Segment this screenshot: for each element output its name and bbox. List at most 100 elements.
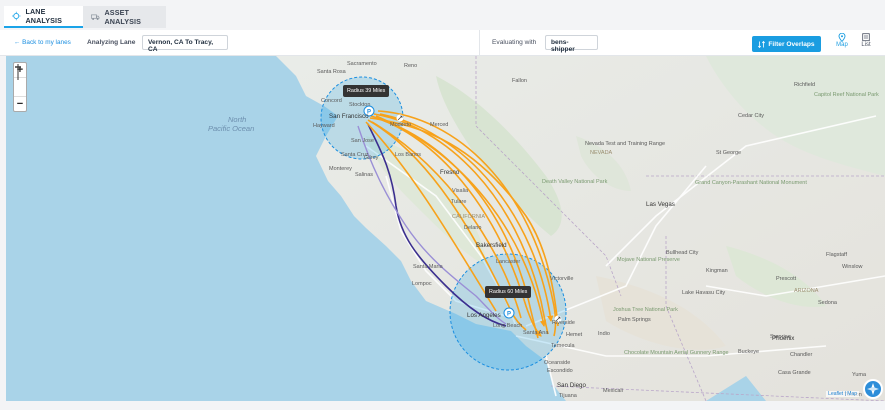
svg-text:St George: St George xyxy=(716,150,741,156)
svg-text:Los Banos: Los Banos xyxy=(395,152,421,158)
svg-text:Lompoc: Lompoc xyxy=(412,281,432,287)
svg-text:Tijuana: Tijuana xyxy=(559,393,578,399)
ocean-label: North Pacific Ocean xyxy=(208,115,254,133)
list-view-toggle[interactable]: List xyxy=(858,33,874,53)
svg-text:Palm Springs: Palm Springs xyxy=(618,317,651,323)
svg-text:Hemet: Hemet xyxy=(566,332,583,338)
resize-handle-north[interactable] xyxy=(396,114,404,122)
svg-text:Cedar City: Cedar City xyxy=(738,113,764,119)
list-icon xyxy=(862,33,870,42)
truck-icon xyxy=(91,14,100,20)
svg-text:Chocolate Mountain Aerial Gunn: Chocolate Mountain Aerial Gunnery Range xyxy=(624,350,729,356)
svg-text:Buckeye: Buckeye xyxy=(738,349,759,355)
compass-icon[interactable] xyxy=(863,379,883,399)
svg-text:Oceanside: Oceanside xyxy=(544,360,570,366)
map-canvas[interactable]: P P Sacramento Santa Rosa Concord Stockt… xyxy=(6,56,885,401)
svg-text:Monterey: Monterey xyxy=(329,166,352,172)
bottom-bar xyxy=(0,401,885,410)
svg-text:Grand Canyon-Parashant Nationa: Grand Canyon-Parashant National Monument xyxy=(695,180,807,186)
tab-asset-analysis-label: ASSET ANALYSIS xyxy=(104,8,141,26)
app-root: LANE ANALYSIS ASSET ANALYSIS ← Back to m… xyxy=(0,0,885,410)
svg-text:Los Angeles: Los Angeles xyxy=(467,312,501,319)
map-view-label: Map xyxy=(836,42,848,48)
zoom-out-button[interactable]: − xyxy=(14,97,26,111)
tab-lane-analysis-label: LANE ANALYSIS xyxy=(25,7,62,25)
svg-text:Merced: Merced xyxy=(430,122,448,128)
svg-text:Kingman: Kingman xyxy=(706,268,728,274)
lane-map[interactable]: P P Sacramento Santa Rosa Concord Stockt… xyxy=(6,56,885,401)
svg-text:Yuma: Yuma xyxy=(852,372,867,378)
svg-text:Nevada Test and Training Range: Nevada Test and Training Range xyxy=(585,141,665,147)
svg-text:Indio: Indio xyxy=(598,331,610,337)
lane-select[interactable]: Vernon, CA To Tracy, CA xyxy=(142,35,228,53)
evaluating-with-label: Evaluating with xyxy=(492,39,537,46)
lane-toolbar: ← Back to my lanes Analyzing Lane Vernon… xyxy=(0,30,885,56)
svg-text:Salinas: Salinas xyxy=(355,172,373,178)
svg-text:Joshua Tree National Park: Joshua Tree National Park xyxy=(613,307,678,313)
svg-text:Santa Maria: Santa Maria xyxy=(413,264,444,270)
svg-text:Modesto: Modesto xyxy=(390,122,411,128)
back-to-lanes-link[interactable]: ← Back to my lanes xyxy=(14,39,71,46)
svg-text:ARIZONA: ARIZONA xyxy=(794,288,819,294)
svg-text:Long Beach: Long Beach xyxy=(493,323,522,329)
svg-text:CALIFORNIA: CALIFORNIA xyxy=(452,214,485,220)
svg-text:Delano: Delano xyxy=(464,225,481,231)
svg-text:Pacific Ocean: Pacific Ocean xyxy=(208,124,254,133)
radius-tooltip-south: Radius 60 Miles xyxy=(485,286,532,298)
list-view-label: List xyxy=(861,42,871,48)
svg-text:Visalia: Visalia xyxy=(452,188,469,194)
svg-text:Chandler: Chandler xyxy=(790,352,812,358)
toolbar-divider xyxy=(479,30,480,56)
svg-text:Bakersfield: Bakersfield xyxy=(476,242,507,249)
shipper-select[interactable]: bens-shipper xyxy=(545,35,598,53)
svg-text:Fallon: Fallon xyxy=(512,78,527,84)
tab-lane-analysis[interactable]: LANE ANALYSIS xyxy=(4,6,83,28)
svg-text:Victorville: Victorville xyxy=(550,276,573,282)
svg-text:Lake Havasu City: Lake Havasu City xyxy=(682,290,725,296)
svg-text:Flagstaff: Flagstaff xyxy=(826,252,847,258)
map-view-toggle[interactable]: Map xyxy=(834,33,850,53)
svg-text:Lancaster: Lancaster xyxy=(496,259,520,265)
svg-text:San Diego: San Diego xyxy=(557,382,586,389)
svg-text:Las Vegas: Las Vegas xyxy=(646,201,675,208)
svg-text:Surprise: Surprise xyxy=(770,334,790,340)
svg-text:Winslow: Winslow xyxy=(842,264,863,270)
svg-text:San Jose: San Jose xyxy=(351,138,374,144)
svg-text:P: P xyxy=(507,312,511,318)
svg-text:Santa Ana: Santa Ana xyxy=(523,330,549,336)
svg-text:Tulare: Tulare xyxy=(451,199,466,205)
svg-text:Sedona: Sedona xyxy=(818,300,838,306)
filter-overlaps-button[interactable]: Filter Overlaps xyxy=(752,36,821,52)
svg-text:North: North xyxy=(228,115,246,124)
svg-text:Sacramento: Sacramento xyxy=(347,61,377,67)
radius-tooltip-north: Radius 39 Miles xyxy=(343,85,390,97)
svg-text:Stockton: Stockton xyxy=(349,102,370,108)
map-pin-icon xyxy=(838,33,846,42)
svg-text:Escondido: Escondido xyxy=(547,368,573,374)
tab-bar: LANE ANALYSIS ASSET ANALYSIS xyxy=(0,0,885,30)
slider-handle-icon xyxy=(15,64,21,80)
svg-text:Reno: Reno xyxy=(404,63,417,69)
svg-text:Temecula: Temecula xyxy=(551,343,575,349)
analyzing-lane-label: Analyzing Lane xyxy=(87,39,136,46)
svg-text:Mojave National Preserve: Mojave National Preserve xyxy=(617,257,680,263)
zoom-control: + − xyxy=(13,62,27,112)
svg-text:Mexicali: Mexicali xyxy=(603,388,623,394)
svg-text:NEVADA: NEVADA xyxy=(590,150,613,156)
svg-text:Hayward: Hayward xyxy=(313,123,335,129)
svg-text:Bullhead City: Bullhead City xyxy=(666,250,699,256)
filter-icon xyxy=(758,40,766,48)
svg-text:Gilroy: Gilroy xyxy=(364,155,379,161)
svg-text:Santa Rosa: Santa Rosa xyxy=(317,69,347,75)
svg-text:Riverside: Riverside xyxy=(552,320,575,326)
filter-overlaps-label: Filter Overlaps xyxy=(768,40,815,48)
svg-text:Capitol Reef National Park: Capitol Reef National Park xyxy=(814,92,879,98)
map-attribution[interactable]: Leaflet | Map xyxy=(826,391,859,397)
tab-asset-analysis[interactable]: ASSET ANALYSIS xyxy=(83,6,166,28)
svg-text:Richfield: Richfield xyxy=(794,82,815,88)
zoom-slider[interactable] xyxy=(14,64,26,97)
svg-text:Concord: Concord xyxy=(321,98,342,104)
svg-text:Death Valley National Park: Death Valley National Park xyxy=(542,179,608,185)
svg-text:Prescott: Prescott xyxy=(776,276,797,282)
destination-pin[interactable]: P xyxy=(503,307,515,319)
